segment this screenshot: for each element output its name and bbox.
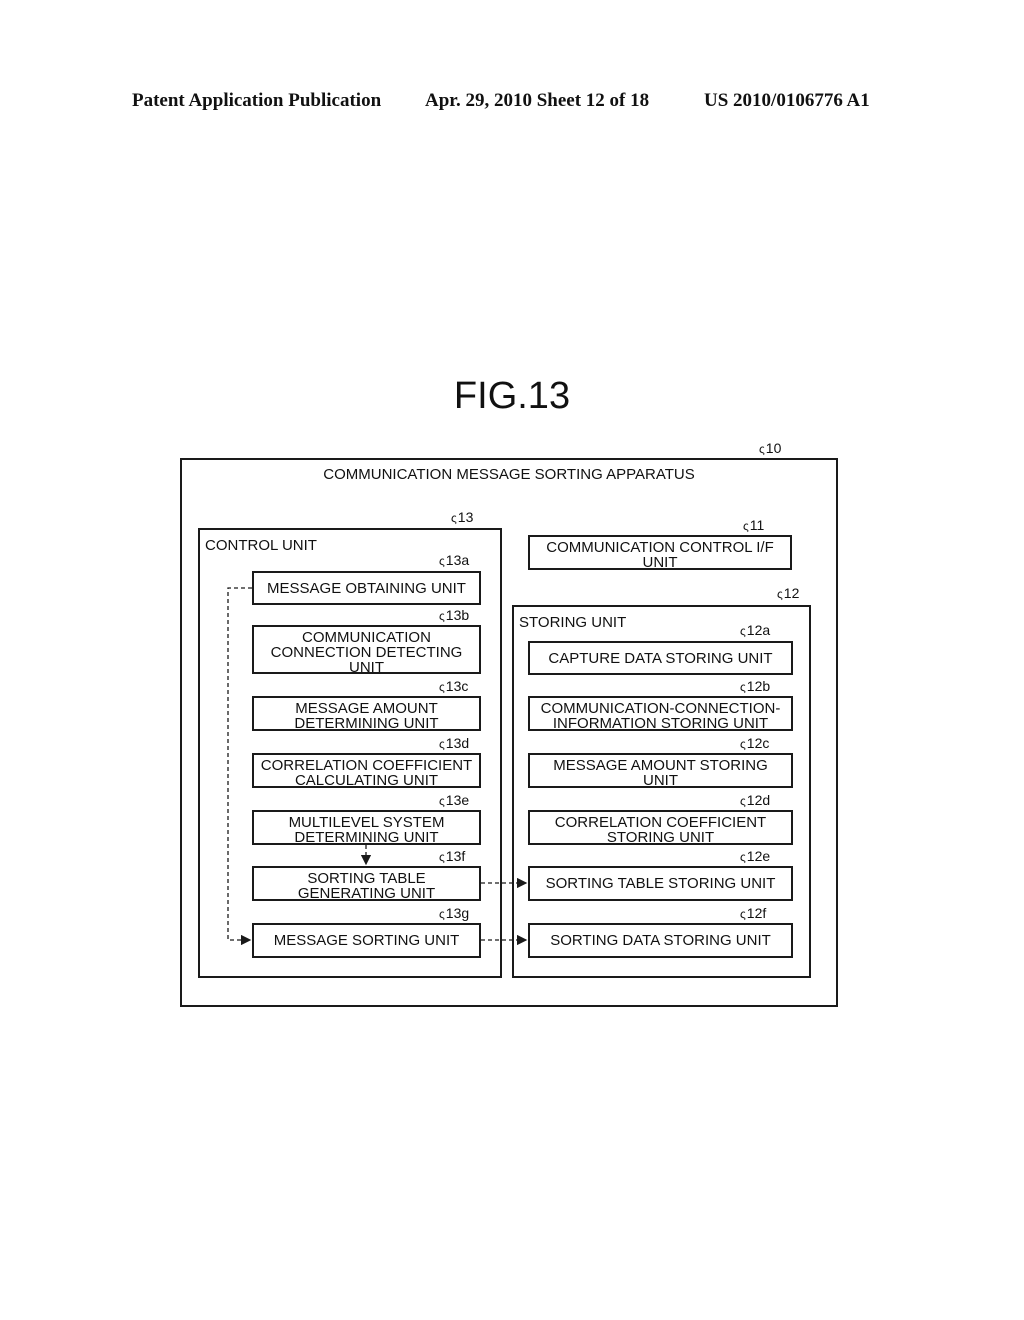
correlation-coefficient-storing-unit: CORRELATION COEFFICIENT STORING UNIT [528,810,793,845]
message-obtaining-unit: MESSAGE OBTAINING UNIT [252,571,481,605]
ref-13d: 13d [439,735,469,751]
ref-12a: 12a [740,622,770,638]
ref-13e: 13e [439,792,469,808]
capture-data-storing-unit: CAPTURE DATA STORING UNIT [528,641,793,675]
ref-13f: 13f [439,848,465,864]
ref-12: 12 [777,585,800,601]
message-amount-storing-unit: MESSAGE AMOUNT STORING UNIT [528,753,793,788]
correlation-coefficient-calculating-unit: CORRELATION COEFFICIENT CALCULATING UNIT [252,753,481,788]
figure-title: FIG.13 [453,375,571,417]
apparatus-label: COMMUNICATION MESSAGE SORTING APPARATUS [323,466,695,483]
sorting-table-generating-unit: SORTING TABLE GENERATING UNIT [252,866,481,901]
sorting-data-storing-unit: SORTING DATA STORING UNIT [528,923,793,958]
ref-13c: 13c [439,678,469,694]
ref-12b: 12b [740,678,770,694]
ref-10: 10 [759,440,782,456]
ref-12c: 12c [740,735,770,751]
date-sheet-label: Apr. 29, 2010 Sheet 12 of 18 [425,90,650,111]
ref-13a: 13a [439,552,469,568]
sorting-table-storing-unit: SORTING TABLE STORING UNIT [528,866,793,901]
message-amount-determining-unit: MESSAGE AMOUNT DETERMINING UNIT [252,696,481,731]
control-unit-label: CONTROL UNIT [205,537,317,554]
ref-13: 13 [451,509,474,525]
ref-13b: 13b [439,607,469,623]
ref-12d: 12d [740,792,770,808]
storing-unit-label: STORING UNIT [519,614,627,631]
ref-13g: 13g [439,905,469,921]
multilevel-system-determining-unit: MULTILEVEL SYSTEM DETERMINING UNIT [252,810,481,845]
patent-number: US 2010/0106776 A1 [704,90,870,111]
ref-12f: 12f [740,905,766,921]
communication-control-if-unit: COMMUNICATION CONTROL I/F UNIT [528,535,792,570]
publication-label: Patent Application Publication [132,90,382,111]
ref-12e: 12e [740,848,770,864]
ref-11: 11 [743,517,765,533]
communication-connection-information-storing-unit: COMMUNICATION-CONNECTION-INFORMATION STO… [528,696,793,731]
communication-connection-detecting-unit: COMMUNICATION CONNECTION DETECTING UNIT [252,625,481,675]
message-sorting-unit: MESSAGE SORTING UNIT [252,923,481,958]
